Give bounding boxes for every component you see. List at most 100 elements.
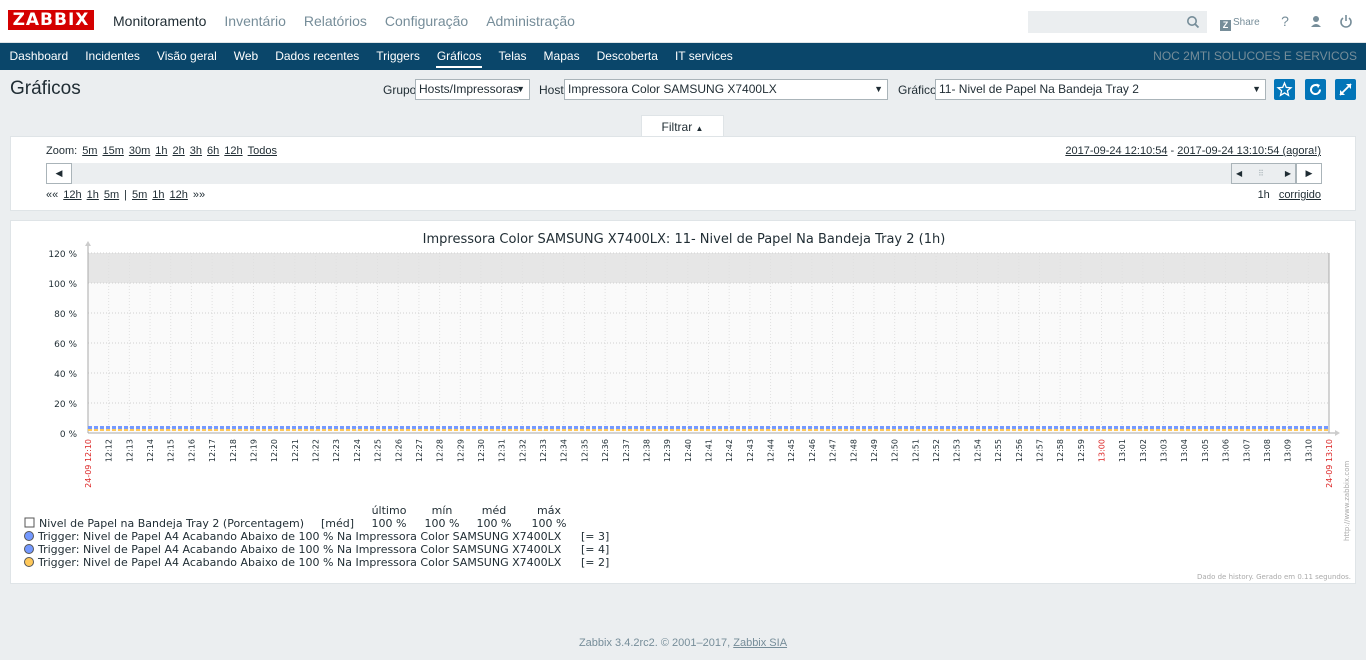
zoom-2h[interactable]: 2h [173, 145, 185, 157]
zoom-5m[interactable]: 5m [82, 145, 97, 157]
x-tick-label: 13:08 [1263, 439, 1272, 462]
period-length: 1h [1257, 189, 1270, 201]
host-select[interactable]: Impressora Color SAMSUNG X7400LX ▼ [564, 79, 888, 100]
trigger-host: Na Impressora Color SAMSUNG X7400LX [337, 543, 562, 556]
subnav-latest-data[interactable]: Dados recentes [267, 43, 368, 70]
zoom-3h[interactable]: 3h [190, 145, 202, 157]
period-separator: - [1167, 145, 1178, 157]
x-tick-label: 12:27 [415, 439, 424, 462]
x-tick-label: 12:46 [808, 439, 817, 462]
x-tick-label: 12:35 [580, 439, 589, 462]
period-to[interactable]: 2017-09-24 13:10:54 (agora!) [1177, 145, 1321, 157]
x-tick-label: 13:01 [1118, 439, 1127, 462]
graph-chart: Impressora Color SAMSUNG X7400LX: 11- Ni… [24, 232, 1351, 581]
trigger-label: Trigger: Nivel de Papel A4 Acabando Abai… [37, 556, 333, 569]
x-tick-label: 12:20 [270, 439, 279, 462]
group-select[interactable]: Hosts/Impressoras ▼ [415, 79, 530, 100]
x-tick-label: 12:32 [518, 439, 527, 462]
x-tick-label: 12:49 [870, 439, 879, 462]
subnav-dashboard[interactable]: Dashboard [1, 43, 77, 70]
filter-toggle[interactable]: Filtrar ▲ [641, 115, 724, 137]
series-func: [méd] [321, 517, 354, 530]
x-tick-label: 12:58 [1056, 439, 1065, 462]
help-icon[interactable]: ? [1277, 13, 1293, 29]
menu-monitoring[interactable]: Monitoramento [104, 0, 215, 43]
subnav-discovery[interactable]: Descoberta [588, 43, 666, 70]
x-tick-label: 12:45 [787, 439, 796, 462]
x-tick-label: 12:57 [1035, 439, 1044, 462]
nav-fwd-1h[interactable]: 1h [152, 189, 164, 201]
zoom-all[interactable]: Todos [248, 145, 277, 157]
x-tick-label: 13:02 [1139, 439, 1148, 462]
zoom-label: Zoom: [46, 145, 78, 157]
trigger-color-dot [24, 531, 34, 541]
subnav-screens[interactable]: Telas [490, 43, 535, 70]
trigger-color-dot [24, 557, 34, 567]
menu-configuration[interactable]: Configuração [376, 0, 477, 43]
series-stat-value: 100 % [372, 517, 407, 530]
x-tick-label: 12:37 [622, 439, 631, 462]
thumb-left-arrow-icon[interactable]: ◀ [1236, 164, 1242, 183]
footer-link[interactable]: Zabbix SIA [733, 637, 787, 649]
scroll-thumb[interactable]: ◀ ⠿ ▶ [1231, 163, 1296, 184]
x-tick-label: 12:24 [353, 439, 362, 462]
zoom-1h[interactable]: 1h [155, 145, 167, 157]
time-scrollbar[interactable]: ◀ ◀ ⠿ ▶ ▶ [46, 163, 1322, 184]
thumb-grip-icon: ⠿ [1258, 169, 1264, 178]
group-label: Grupo [383, 83, 417, 97]
x-tick-label: 12:13 [125, 439, 134, 462]
zoom-6h[interactable]: 6h [207, 145, 219, 157]
x-tick-label: 12:21 [291, 439, 300, 462]
fixed-toggle[interactable]: corrigido [1279, 189, 1321, 201]
subnav-web[interactable]: Web [225, 43, 266, 70]
zabbix-logo[interactable]: ZABBIX [8, 10, 94, 30]
scroll-left-arrow-icon[interactable]: ◀ [46, 163, 72, 184]
share-link[interactable]: Z Share [1220, 14, 1260, 31]
subnav-maps[interactable]: Mapas [535, 43, 588, 70]
nav-back-12h[interactable]: 12h [63, 189, 81, 201]
nav-back-5m[interactable]: 5m [104, 189, 119, 201]
search-input[interactable] [1029, 12, 1179, 32]
subnav-triggers[interactable]: Triggers [368, 43, 429, 70]
search-icon[interactable] [1186, 15, 1200, 29]
x-tick-label: 12:38 [642, 439, 651, 462]
trigger-host: Na Impressora Color SAMSUNG X7400LX [337, 556, 562, 569]
zoom-30m[interactable]: 30m [129, 145, 150, 157]
subnav-incidents[interactable]: Incidentes [77, 43, 149, 70]
x-tick-label: 12:26 [394, 439, 403, 462]
add-to-favorites-button[interactable] [1274, 79, 1295, 100]
nav-back-1h[interactable]: 1h [87, 189, 99, 201]
nav-fwd-5m[interactable]: 5m [132, 189, 147, 201]
fullscreen-button[interactable] [1335, 79, 1356, 100]
y-tick-label: 120 % [48, 250, 77, 260]
zoom-15m[interactable]: 15m [102, 145, 123, 157]
scroll-right-arrow-icon[interactable]: ▶ [1296, 163, 1322, 184]
x-tick-label: 12:52 [932, 439, 941, 462]
x-tick-label: 12:15 [167, 439, 176, 462]
graph-select[interactable]: 11- Nivel de Papel Na Bandeja Tray 2 ▼ [935, 79, 1266, 100]
nav-fwd-marker: »» [192, 189, 206, 201]
logout-icon[interactable] [1338, 13, 1354, 29]
x-tick-label: 12:23 [332, 439, 341, 462]
fullscreen-icon [1339, 83, 1352, 96]
x-tick-label: 12:22 [312, 439, 321, 462]
zoom-12h[interactable]: 12h [224, 145, 242, 157]
x-tick-label: 12:48 [849, 439, 858, 462]
refresh-button[interactable] [1305, 79, 1326, 100]
period-from[interactable]: 2017-09-24 12:10:54 [1065, 145, 1167, 157]
x-tick-label: 12:33 [539, 439, 548, 462]
menu-administration[interactable]: Administração [477, 0, 584, 43]
subnav-overview[interactable]: Visão geral [148, 43, 225, 70]
x-tick-label: 12:41 [705, 439, 714, 462]
thumb-right-arrow-icon[interactable]: ▶ [1285, 164, 1291, 183]
menu-reports[interactable]: Relatórios [295, 0, 376, 43]
x-tick-label: 13:09 [1284, 439, 1293, 462]
x-tick-label: 12:17 [208, 439, 217, 462]
subnav-it-services[interactable]: IT services [666, 43, 741, 70]
nav-fwd-12h[interactable]: 12h [170, 189, 188, 201]
server-name: NOC 2MTI SOLUCOES E SERVICOS [1153, 49, 1357, 63]
menu-inventory[interactable]: Inventário [215, 0, 294, 43]
user-icon[interactable] [1308, 13, 1324, 29]
subnav-graphs[interactable]: Gráficos [428, 43, 490, 70]
host-label: Host [539, 83, 564, 97]
